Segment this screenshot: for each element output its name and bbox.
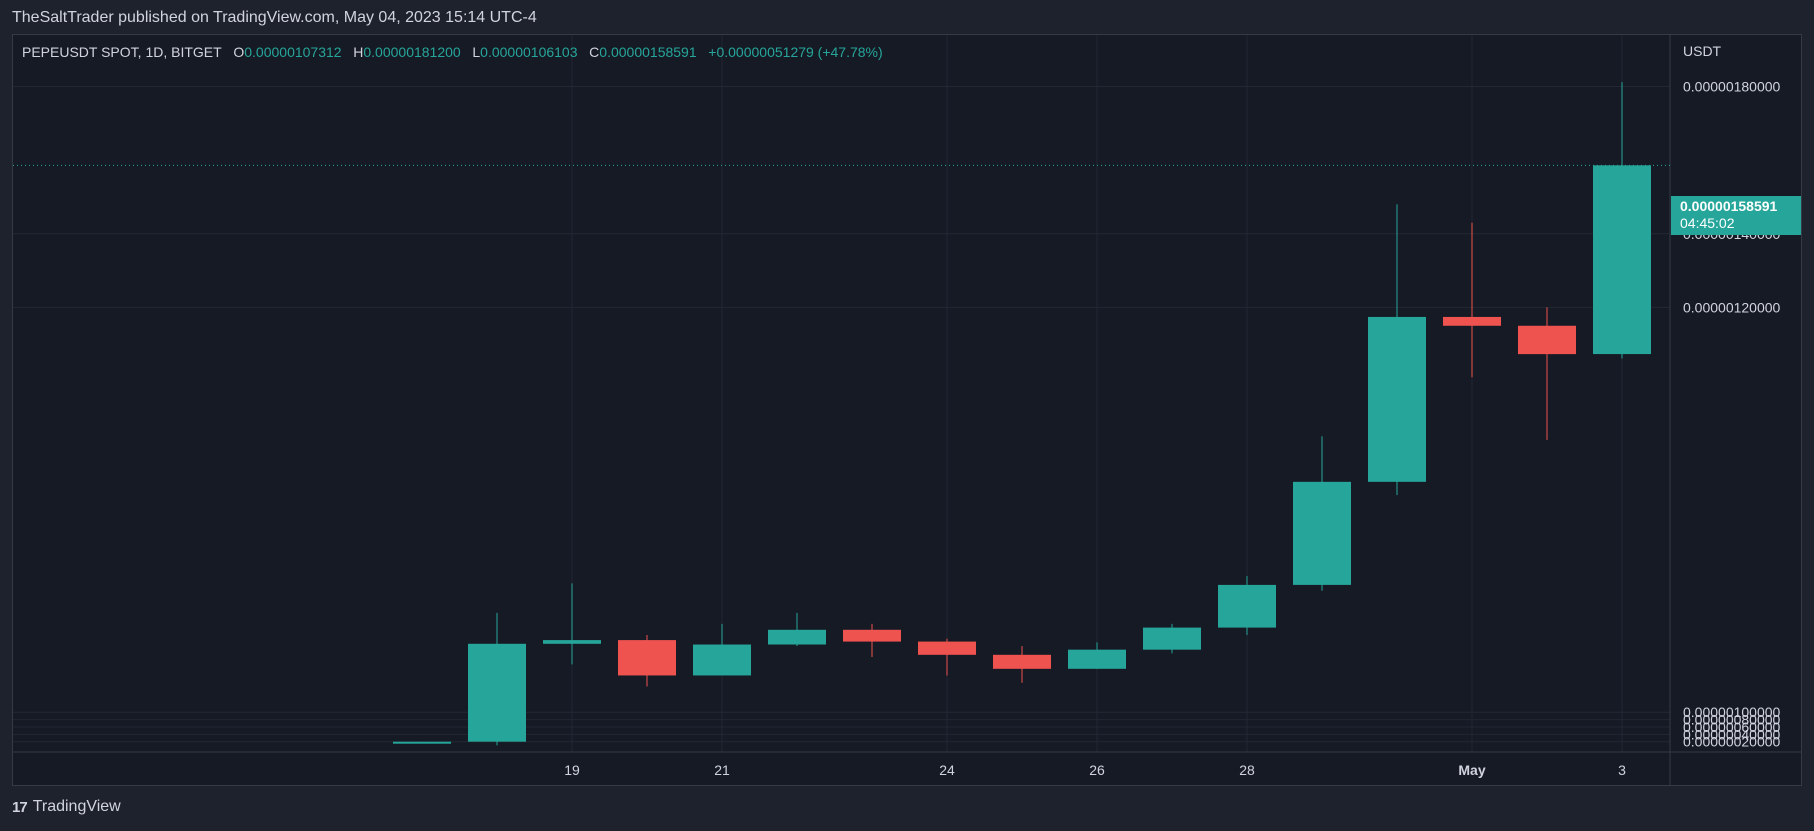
ohlc-legend: PEPEUSDT SPOT, 1D, BITGET O0.00000107312…: [22, 44, 883, 60]
candle-body: [543, 640, 601, 644]
change-value: +0.00000051279 (+47.78%): [708, 44, 883, 60]
x-tick-label: May: [1458, 762, 1485, 778]
chart-frame: TheSaltTrader published on TradingView.c…: [0, 0, 1814, 831]
candle-body: [393, 741, 451, 744]
last-price-value: 0.00000158591: [1680, 198, 1778, 214]
x-tick-label: 19: [564, 762, 580, 778]
close-label: C: [589, 44, 600, 60]
candle-body: [1593, 165, 1651, 355]
x-tick-label: 21: [714, 762, 730, 778]
y-tick-label: 0.00000120000: [1683, 299, 1781, 315]
candle-body: [1293, 481, 1351, 585]
low-value: 0.00000106103: [480, 44, 578, 60]
last-price-tag: 0.00000158591 04:45:02: [1671, 196, 1801, 235]
price-unit-label: USDT: [1683, 43, 1722, 59]
candle-body: [768, 629, 826, 645]
candle-body: [1443, 316, 1501, 326]
x-tick-label: 28: [1239, 762, 1255, 778]
candle-body: [1218, 584, 1276, 628]
tradingview-logo[interactable]: 17 TradingView: [12, 798, 121, 816]
candle-body: [843, 629, 901, 642]
high-value: 0.00000181200: [363, 44, 461, 60]
tradingview-logo-icon: 17: [12, 798, 28, 816]
x-tick-label: 24: [939, 762, 955, 778]
candle-body: [1518, 325, 1576, 355]
low-label: L: [472, 44, 481, 60]
symbol-label: PEPEUSDT SPOT, 1D, BITGET: [22, 44, 222, 60]
y-tick-label: 0.00000180000: [1683, 79, 1781, 95]
x-tick-label: 3: [1618, 762, 1626, 778]
candle-body: [918, 641, 976, 655]
candle-body: [1368, 316, 1426, 482]
open-label: O: [233, 44, 245, 60]
open-value: 0.00000107312: [244, 44, 342, 60]
candle-body: [1143, 627, 1201, 650]
candle-body: [993, 654, 1051, 669]
y-tick-label: 0.00000100000: [1683, 704, 1781, 720]
candle-body: [618, 640, 676, 676]
candle-body: [693, 644, 751, 676]
candlestick-chart[interactable]: 0.000000200000.000000400000.000000600000…: [0, 0, 1814, 831]
tradingview-logo-text: TradingView: [32, 798, 121, 815]
footer-bar: [0, 786, 1814, 831]
candle-body: [1068, 649, 1126, 669]
close-value: 0.00000158591: [599, 44, 697, 60]
high-label: H: [353, 44, 364, 60]
x-tick-label: 26: [1089, 762, 1105, 778]
candle-body: [468, 643, 526, 742]
bar-countdown: 04:45:02: [1680, 215, 1735, 231]
